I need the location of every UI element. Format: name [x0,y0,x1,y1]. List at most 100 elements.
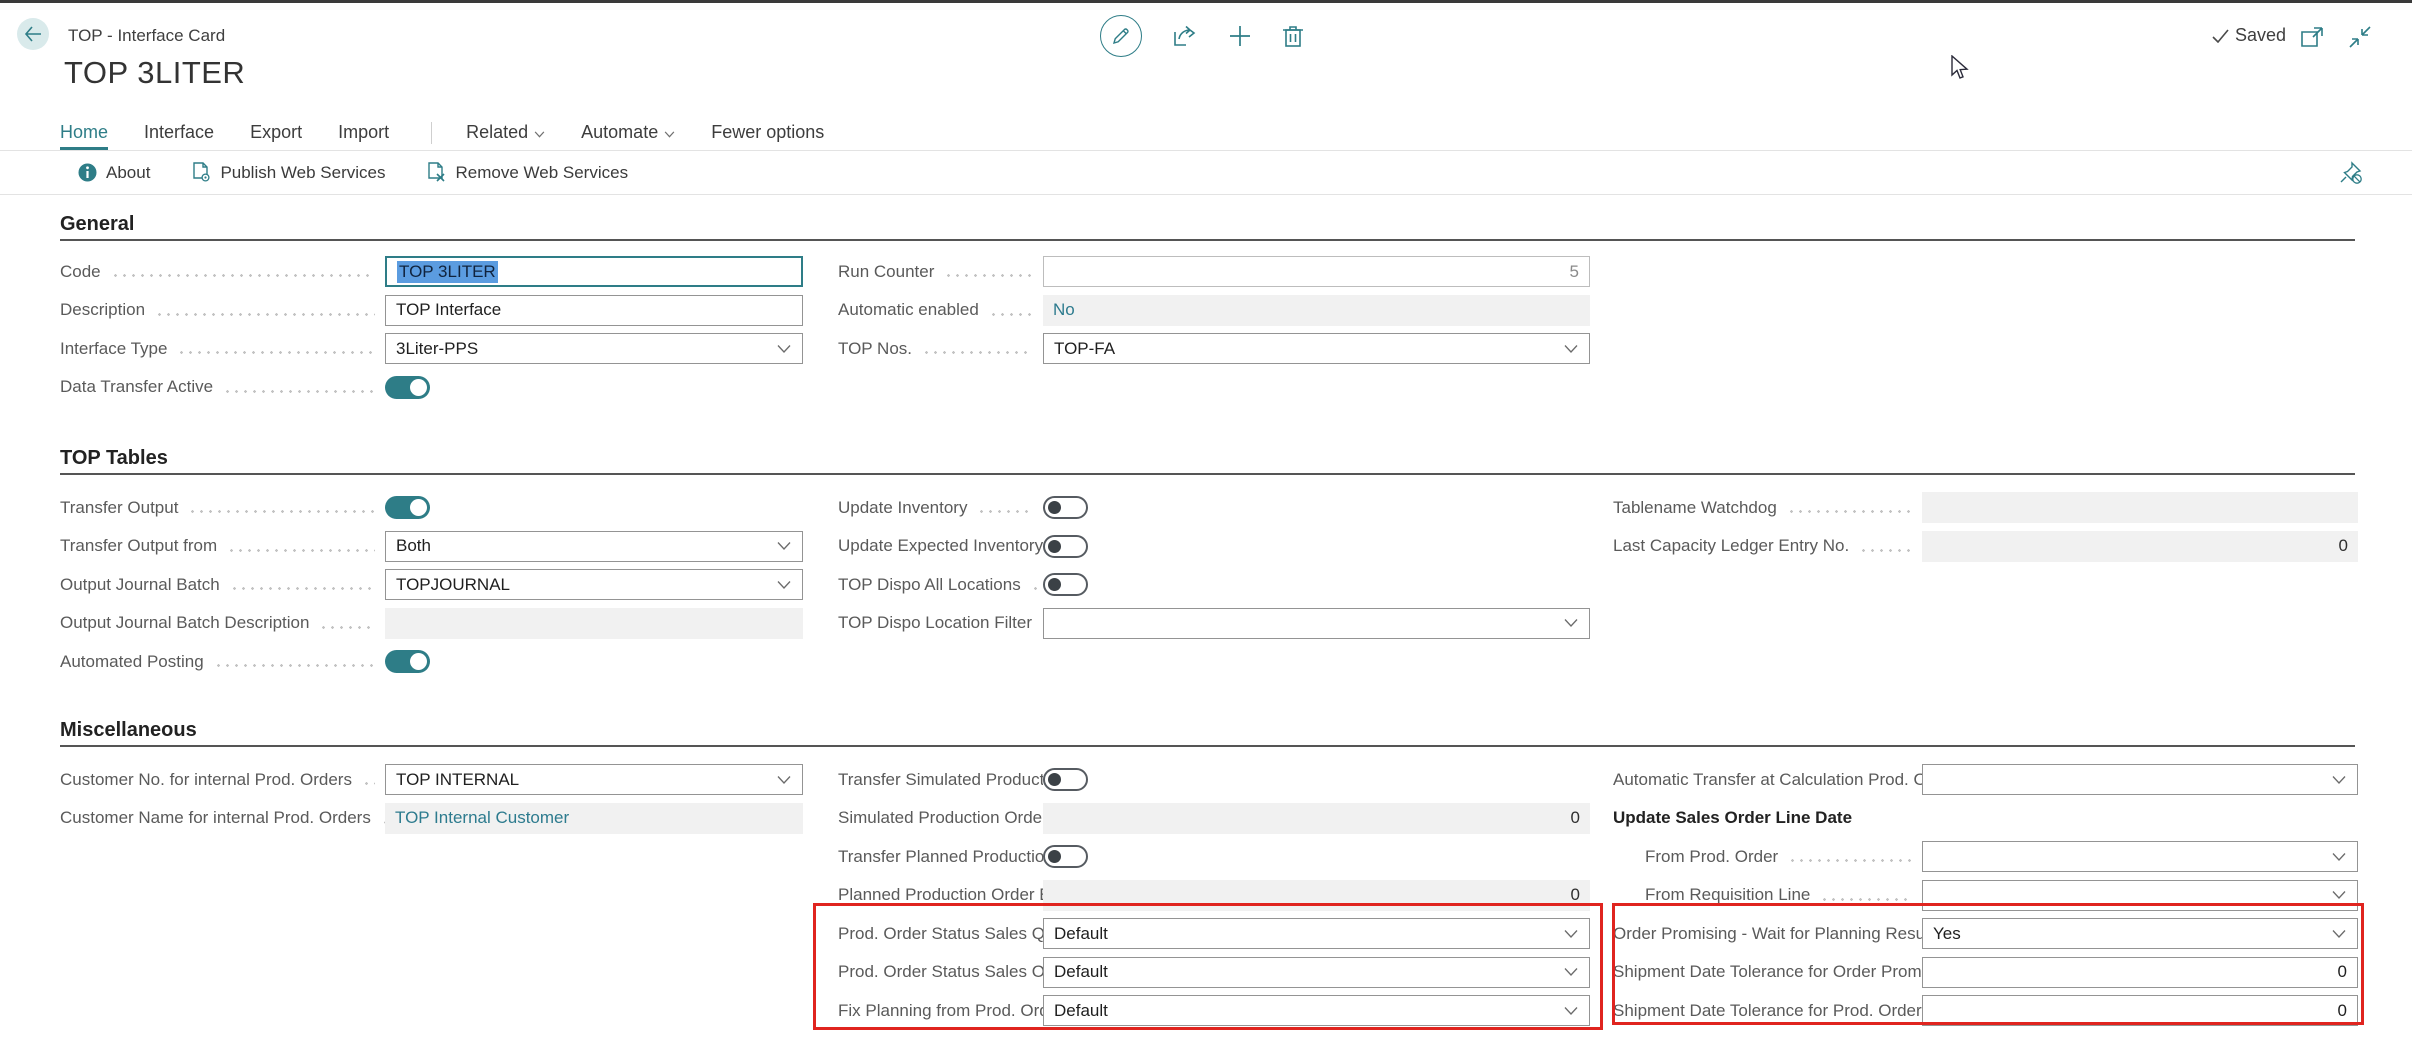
chevron-down-icon[interactable] [2332,929,2346,938]
action-bar: About Publish Web Services Remove Web Se… [0,151,2412,195]
field-row-prod-order-status-sales-quote: Prod. Order Status Sales Quote Default [838,917,1590,950]
tab-export[interactable]: Export [250,122,302,150]
field-row-customer-no-internal: Customer No. for internal Prod. Orders T… [60,763,803,796]
run-counter-field: 5 [1043,256,1590,287]
chevron-down-icon[interactable] [1564,929,1578,938]
tab-interface[interactable]: Interface [144,122,214,150]
field-row-data-transfer-active: Data Transfer Active [60,371,803,404]
field-row-transfer-output: Transfer Output [60,491,803,524]
field-row-description: Description TOP Interface [60,294,803,327]
section-heading-top-tables[interactable]: TOP Tables [60,447,168,470]
field-label: Run Counter [838,262,1043,282]
edit-button[interactable] [1100,15,1142,57]
data-transfer-active-toggle[interactable] [385,376,430,399]
top-dispo-location-filter-dropdown[interactable] [1043,608,1590,639]
chevron-down-icon[interactable] [2332,775,2346,784]
customer-no-internal-dropdown[interactable]: TOP INTERNAL [385,764,803,795]
field-row-automatic-transfer-at-calculation: Automatic Transfer at Calculation Prod. … [1613,763,2358,796]
chevron-down-icon[interactable] [777,775,791,784]
dotted-leader [944,274,1033,277]
top-dispo-all-locations-toggle[interactable] [1043,573,1088,596]
dotted-leader [922,351,1033,354]
chevron-down-icon[interactable] [1564,968,1578,977]
field-row-automated-posting: Automated Posting [60,645,803,678]
field-label: Transfer Simulated Production Orders [838,770,1043,790]
info-icon [78,163,97,182]
tab-home[interactable]: Home [60,122,108,150]
interface-type-dropdown[interactable]: 3Liter-PPS [385,333,803,364]
field-row-last-capacity-ledger-entry-no: Last Capacity Ledger Entry No. 0 [1613,530,2358,563]
transfer-simulated-production-orders-toggle[interactable] [1043,768,1088,791]
remove-web-services-action[interactable]: Remove Web Services [427,162,628,183]
check-icon [2212,29,2229,43]
transfer-output-from-dropdown[interactable]: Both [385,531,803,562]
collapse-button[interactable] [2348,25,2372,49]
transfer-output-toggle[interactable] [385,496,430,519]
field-row-fix-planning-from-prod-order-status: Fix Planning from Prod. Order Status Def… [838,994,1590,1027]
shipment-date-tolerance-prod-orders-input[interactable]: 0 [1922,995,2358,1026]
field-row-top-dispo-location-filter: TOP Dispo Location Filter [838,607,1590,640]
chevron-down-icon[interactable] [1564,619,1578,628]
transfer-planned-production-orders-toggle[interactable] [1043,845,1088,868]
tab-strip: Home Interface Export Import Related Aut… [0,117,2412,151]
from-prod-order-dropdown[interactable] [1922,841,2358,872]
tab-related[interactable]: Related [466,122,545,150]
shipment-date-tolerance-order-promising-input[interactable]: 0 [1922,957,2358,988]
share-button[interactable] [1172,24,1198,48]
share-icon [1172,24,1198,48]
tab-automate[interactable]: Automate [581,122,675,150]
prod-order-status-sales-order-dropdown[interactable]: Default [1043,957,1590,988]
field-row-transfer-simulated-production-orders: Transfer Simulated Production Orders [838,763,1590,796]
tab-fewer-options[interactable]: Fewer options [711,122,824,150]
back-button[interactable] [17,18,49,50]
field-row-top-dispo-all-locations: TOP Dispo All Locations [838,568,1590,601]
field-row-interface-type: Interface Type 3Liter-PPS [60,332,803,365]
chevron-down-icon[interactable] [2332,852,2346,861]
new-button[interactable] [1228,24,1252,48]
update-inventory-toggle[interactable] [1043,496,1088,519]
chevron-down-icon[interactable] [777,344,791,353]
field-row-transfer-planned-production-orders: Transfer Planned Production Orders [838,840,1590,873]
chevron-down-icon[interactable] [1564,1006,1578,1015]
chevron-down-icon[interactable] [777,542,791,551]
fix-planning-from-prod-order-status-dropdown[interactable]: Default [1043,995,1590,1026]
field-label: Code [60,262,385,282]
planned-production-order-expiration-field: 0 [1043,880,1590,911]
chevron-down-icon[interactable] [777,580,791,589]
section-heading-miscellaneous[interactable]: Miscellaneous [60,719,197,742]
order-promising-wait-dropdown[interactable]: Yes [1922,918,2358,949]
publish-web-services-action[interactable]: Publish Web Services [192,162,385,183]
field-row-output-journal-batch: Output Journal Batch TOPJOURNAL [60,568,803,601]
automated-posting-toggle[interactable] [385,650,430,673]
breadcrumb[interactable]: TOP - Interface Card [68,26,225,46]
chevron-down-icon[interactable] [2332,891,2346,900]
dotted-leader [1787,510,1912,513]
field-row-top-nos: TOP Nos. TOP-FA [838,332,1590,365]
top-nos-dropdown[interactable]: TOP-FA [1043,333,1590,364]
prod-order-status-sales-quote-dropdown[interactable]: Default [1043,918,1590,949]
about-action[interactable]: About [78,163,150,183]
description-input[interactable]: TOP Interface [385,295,803,326]
section-heading-general[interactable]: General [60,213,134,236]
from-requisition-line-dropdown[interactable] [1922,880,2358,911]
unpin-action-bar-button[interactable] [2338,160,2364,186]
dotted-leader [155,313,375,316]
code-input[interactable]: TOP 3LITER [385,256,803,287]
field-label: Data Transfer Active [60,377,385,397]
automatic-transfer-at-calculation-dropdown[interactable] [1922,764,2358,795]
dotted-leader [223,390,375,393]
output-journal-batch-dropdown[interactable]: TOPJOURNAL [385,569,803,600]
trash-icon [1282,24,1304,48]
popout-button[interactable] [2300,26,2324,48]
update-expected-inventory-changes-toggle[interactable] [1043,535,1088,558]
field-label: Interface Type [60,339,385,359]
section-rule [60,239,2355,241]
collapse-icon [2348,25,2372,49]
dotted-leader [188,510,375,513]
page-toolbar [1100,15,1304,57]
chevron-down-icon[interactable] [1564,344,1578,353]
field-row-output-journal-batch-description: Output Journal Batch Description [60,607,803,640]
dotted-leader [111,274,375,277]
tab-import[interactable]: Import [338,122,389,150]
delete-button[interactable] [1282,24,1304,48]
